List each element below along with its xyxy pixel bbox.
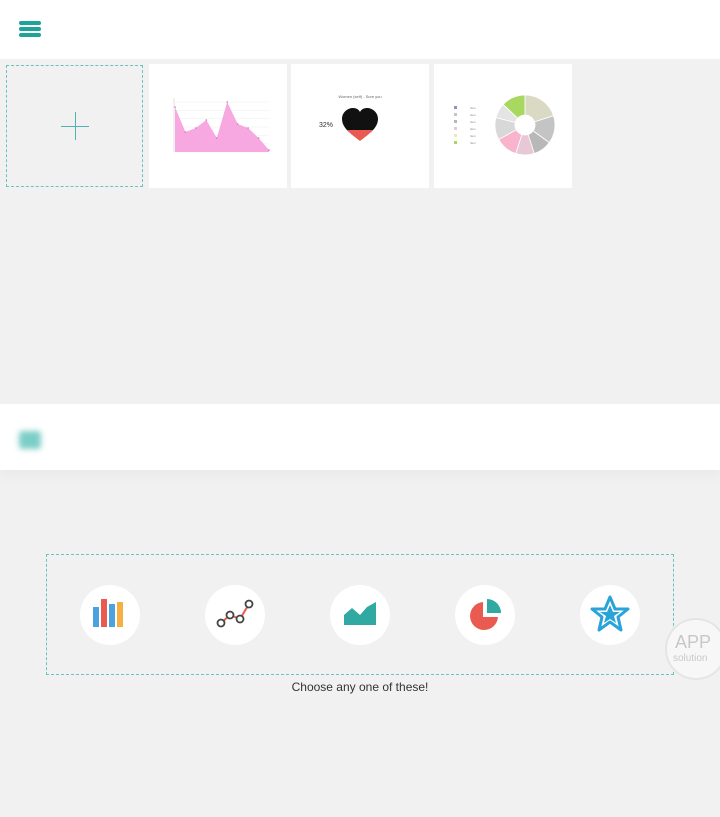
area-point: [257, 137, 260, 139]
donut-legend-label: Item: [470, 141, 476, 145]
area-point: [205, 119, 208, 121]
menu-line: [19, 27, 41, 31]
heart-chart-card[interactable]: Women (self) - Sure you 32%: [291, 64, 429, 188]
area-point: [184, 131, 187, 133]
area-chart-type-button[interactable]: [330, 585, 390, 645]
heart-fill-red: [342, 130, 378, 141]
watermark-bottom: solution: [673, 653, 708, 664]
area-chart-card[interactable]: [149, 64, 287, 188]
watermark-top: APP: [675, 632, 712, 652]
blurred-menu-icon[interactable]: [19, 431, 41, 449]
donut-legend-swatch: [454, 106, 457, 109]
secondary-header: [0, 404, 720, 470]
area-point: [226, 101, 229, 103]
picker-hint-text: Choose any one of these!: [291, 680, 429, 694]
area-point: [174, 106, 176, 108]
star-icon: [590, 595, 630, 632]
area-point: [236, 123, 239, 125]
plus-icon-vertical: [75, 112, 76, 140]
donut-legend-swatch: [454, 127, 457, 130]
donut-legend-swatch: [454, 120, 457, 123]
donut-legend-label: Item: [470, 127, 476, 131]
add-chart-card[interactable]: [6, 65, 143, 187]
pie-chart-icon: [470, 599, 501, 630]
donut-legend-label: Item: [470, 120, 476, 124]
area-point: [268, 149, 270, 151]
donut-chart-card[interactable]: Item Item Item Item Item Item: [434, 64, 572, 188]
area-chart-icon: [344, 602, 376, 625]
menu-line: [19, 21, 41, 25]
line-chart-type-button[interactable]: [205, 585, 265, 645]
line-chart-icon: [216, 599, 254, 628]
heart-fill-dark: [342, 108, 378, 132]
donut-legend-label: Item: [470, 113, 476, 117]
area-point: [195, 127, 197, 129]
pie-chart-type-button[interactable]: [455, 585, 515, 645]
area-point: [247, 127, 249, 129]
top-header: [0, 0, 720, 59]
app-solution-watermark: APP solution: [665, 618, 720, 680]
star-chart-type-button[interactable]: [580, 585, 640, 645]
hamburger-menu-icon[interactable]: [19, 20, 41, 38]
donut-legend-swatch: [454, 141, 457, 144]
heart-icon: [342, 108, 378, 141]
area-chart-thumbnail: [173, 98, 270, 153]
bar-chart-type-button[interactable]: [80, 585, 140, 645]
area-point: [215, 137, 218, 139]
donut-legend-swatch: [454, 113, 457, 116]
donut-chart-thumbnail: Item Item Item Item Item Item: [454, 94, 556, 156]
donut-legend-label: Item: [470, 106, 476, 110]
donut-legend-swatch: [454, 134, 457, 137]
bar-chart-icon: [93, 599, 123, 627]
menu-line: [19, 33, 41, 37]
donut-legend-label: Item: [470, 134, 476, 138]
